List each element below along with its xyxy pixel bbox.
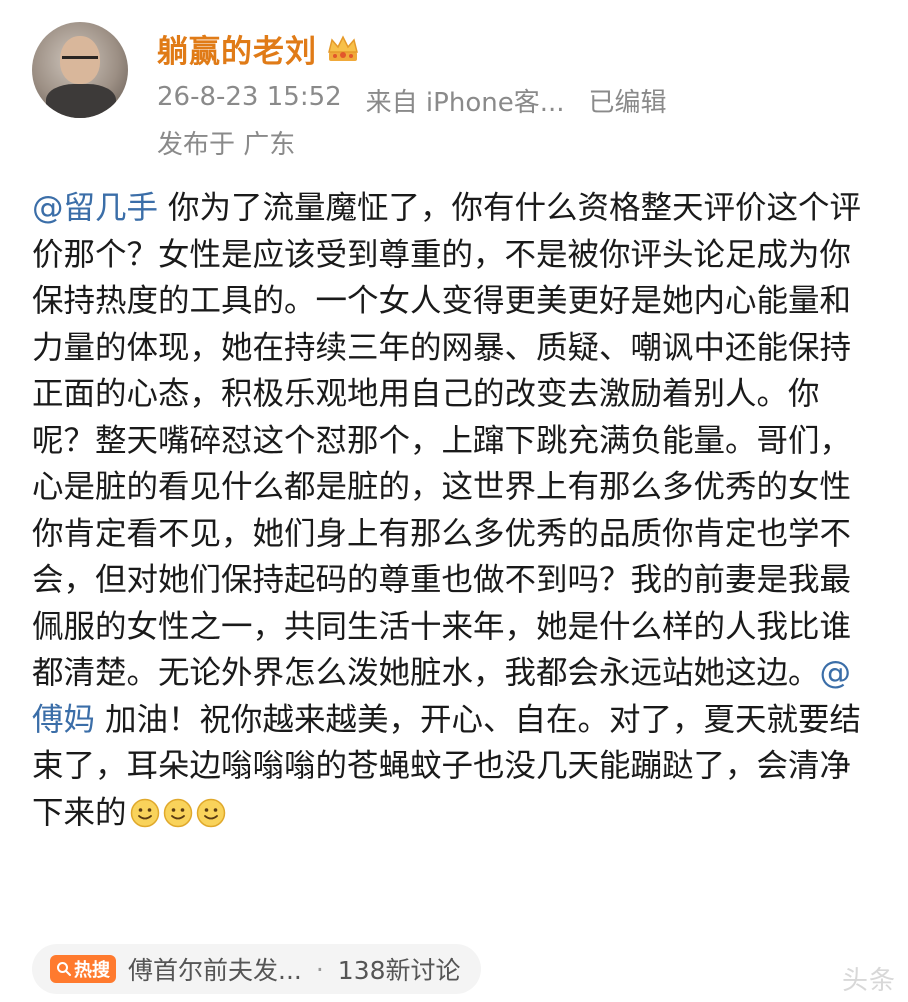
post-source[interactable]: 来自 iPhone客... (366, 82, 565, 119)
hot-search-badge: 热搜 (50, 955, 116, 983)
mention-liujishou[interactable]: @留几手 (32, 190, 158, 226)
avatar-glasses (62, 56, 98, 67)
post-location: 发布于 广东 (157, 130, 296, 160)
hot-badge-label: 热搜 (74, 960, 110, 981)
user-avatar[interactable] (32, 22, 128, 118)
post-content: @留几手 你为了流量魔怔了，你有什么资格整天评价这个评价那个？女性是应该受到尊重… (32, 185, 878, 836)
edited-label[interactable]: 已编辑 (589, 82, 667, 119)
search-icon (57, 962, 71, 976)
hot-topic-link[interactable]: 热搜 傅首尔前夫发... · 138新讨论 (32, 944, 481, 994)
avatar-body (46, 84, 116, 118)
smile-icon (163, 795, 193, 827)
crown-icon (325, 34, 361, 64)
username[interactable]: 躺赢的老刘 (157, 26, 317, 71)
post-meta: 26-8-23 15:52 来自 iPhone客... 已编辑 (157, 82, 667, 119)
hot-topic-separator: · (315, 954, 324, 984)
smile-icon (130, 795, 160, 827)
hot-topic-title: 傅首尔前夫发... (128, 956, 302, 985)
username-row: 躺赢的老刘 (157, 26, 361, 71)
post-text-1: 你为了流量魔怔了，你有什么资格整天评价这个评价那个？女性是应该受到尊重的，不是被… (32, 190, 862, 691)
hot-topic-count: 138新讨论 (337, 956, 461, 985)
weibo-post: 躺赢的老刘 26-8-23 15:52 来自 iPhone客... 已编辑 发布… (0, 0, 908, 1002)
smile-icon (196, 795, 226, 827)
watermark: 头条 (841, 966, 896, 996)
timestamp: 26-8-23 15:52 (157, 82, 342, 112)
